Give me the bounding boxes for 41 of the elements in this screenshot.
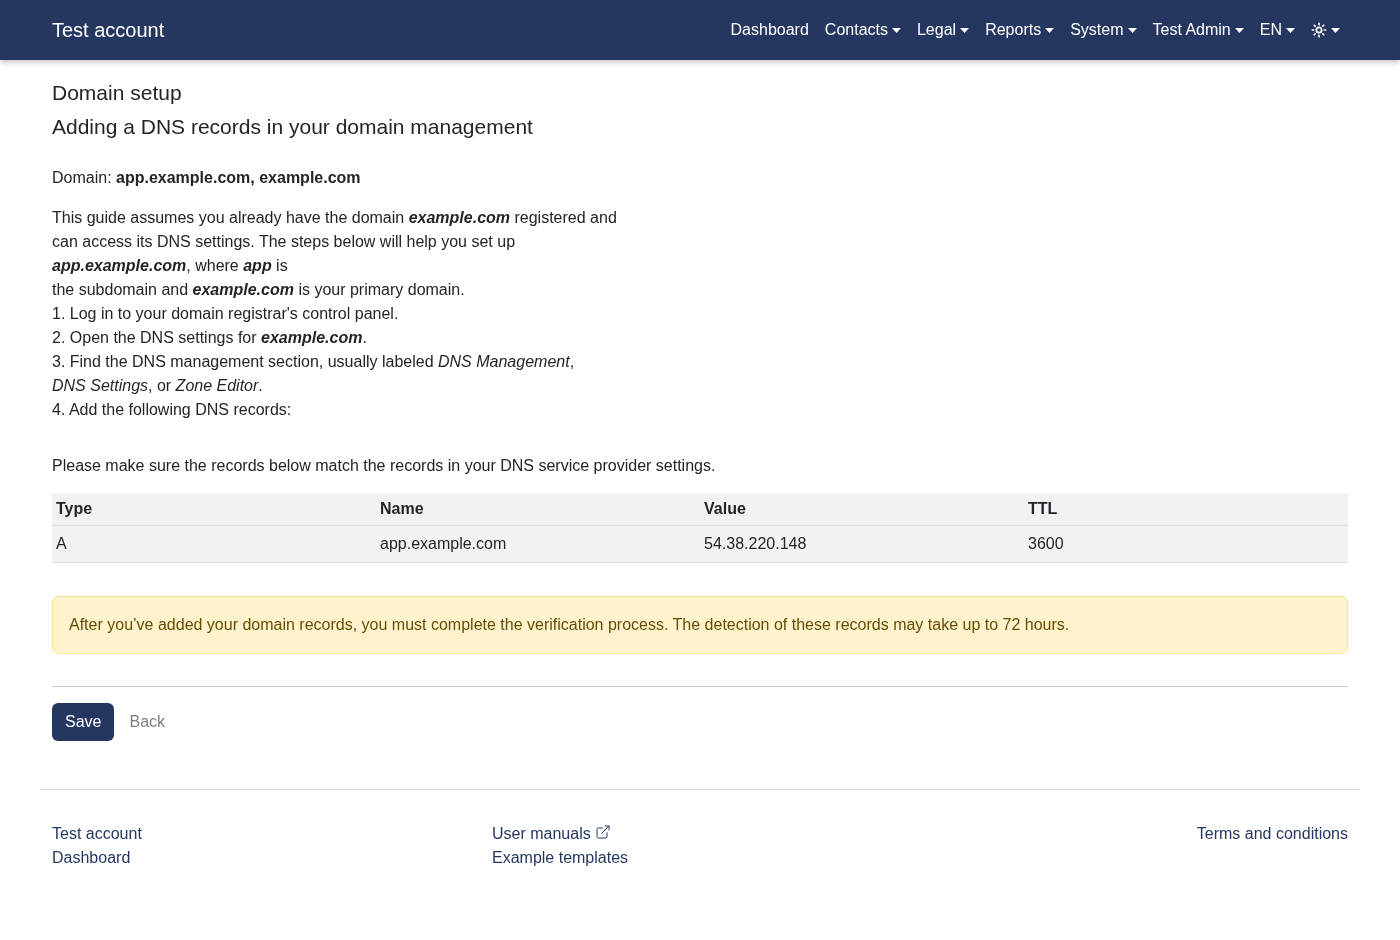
caret-icon	[891, 27, 901, 33]
footer-link[interactable]: User manuals	[492, 821, 611, 846]
footer-link[interactable]: Dashboard	[52, 845, 131, 870]
nav-link[interactable]: Dashboard	[722, 10, 817, 50]
column-header: Value	[700, 493, 1024, 525]
footer-link[interactable]: Terms and conditions	[1196, 821, 1348, 846]
table-cell: A	[52, 525, 376, 562]
caret-icon	[1127, 27, 1137, 33]
nav-dropdown[interactable]: Reports	[977, 10, 1063, 50]
caret-icon	[1234, 27, 1244, 33]
caret-icon	[1286, 27, 1295, 33]
nav-dropdown[interactable]: Legal	[908, 10, 978, 50]
sun-icon	[1311, 22, 1327, 38]
intro-paragraph: This guide assumes you already have the domain example.com registered and can access its DNS settings. The steps below will help you set up app.example.com, where app is the subdomain and example.com is your primary domain.	[52, 208, 618, 300]
nav-dropdown[interactable]: Test Admin	[1144, 10, 1252, 50]
table-cell: app.example.com	[376, 525, 700, 562]
column-header: Type	[52, 493, 376, 525]
caret-icon	[1331, 27, 1340, 33]
brand-link[interactable]: Test account	[52, 15, 165, 45]
nav-dropdown[interactable]: System	[1062, 10, 1145, 50]
step-text: 3. Find the DNS management section, usually labeled DNS Management, DNS Settings, or Zone Editor.	[52, 352, 576, 396]
domain-line: Domain: app.example.com, example.com	[52, 168, 362, 188]
caret-icon	[1045, 27, 1055, 33]
caret-icon	[960, 27, 970, 33]
step-text: 1. Log in to your domain registrar's control panel.	[52, 304, 400, 324]
page-subtitle: Adding a DNS records in your domain management	[52, 114, 534, 140]
notice-text: Please make sure the records below match the records in your DNS service provider settings.	[52, 456, 717, 476]
save-button[interactable]: Save	[52, 702, 115, 741]
step-text: 2. Open the DNS settings for example.com.	[52, 328, 368, 348]
footer-link[interactable]: Test account	[52, 821, 142, 846]
table-cell: 54.38.220.148	[700, 525, 1024, 562]
nav-dropdown[interactable]: Contacts	[816, 10, 909, 50]
column-header: Name	[376, 493, 700, 525]
back-link[interactable]: Back	[117, 702, 178, 741]
column-header: TTL	[1024, 493, 1348, 525]
step-text: 4. Add the following DNS records:	[52, 400, 293, 420]
table-cell: 3600	[1024, 525, 1348, 562]
page-title: Domain setup	[52, 80, 183, 106]
footer-link[interactable]: Example templates	[492, 845, 629, 870]
nav-dropdown[interactable]: EN	[1251, 10, 1303, 50]
info-alert: After you’ve added your domain records, you must complete the verification process. The detection of these records may take up to 72 hours.	[52, 595, 1348, 654]
